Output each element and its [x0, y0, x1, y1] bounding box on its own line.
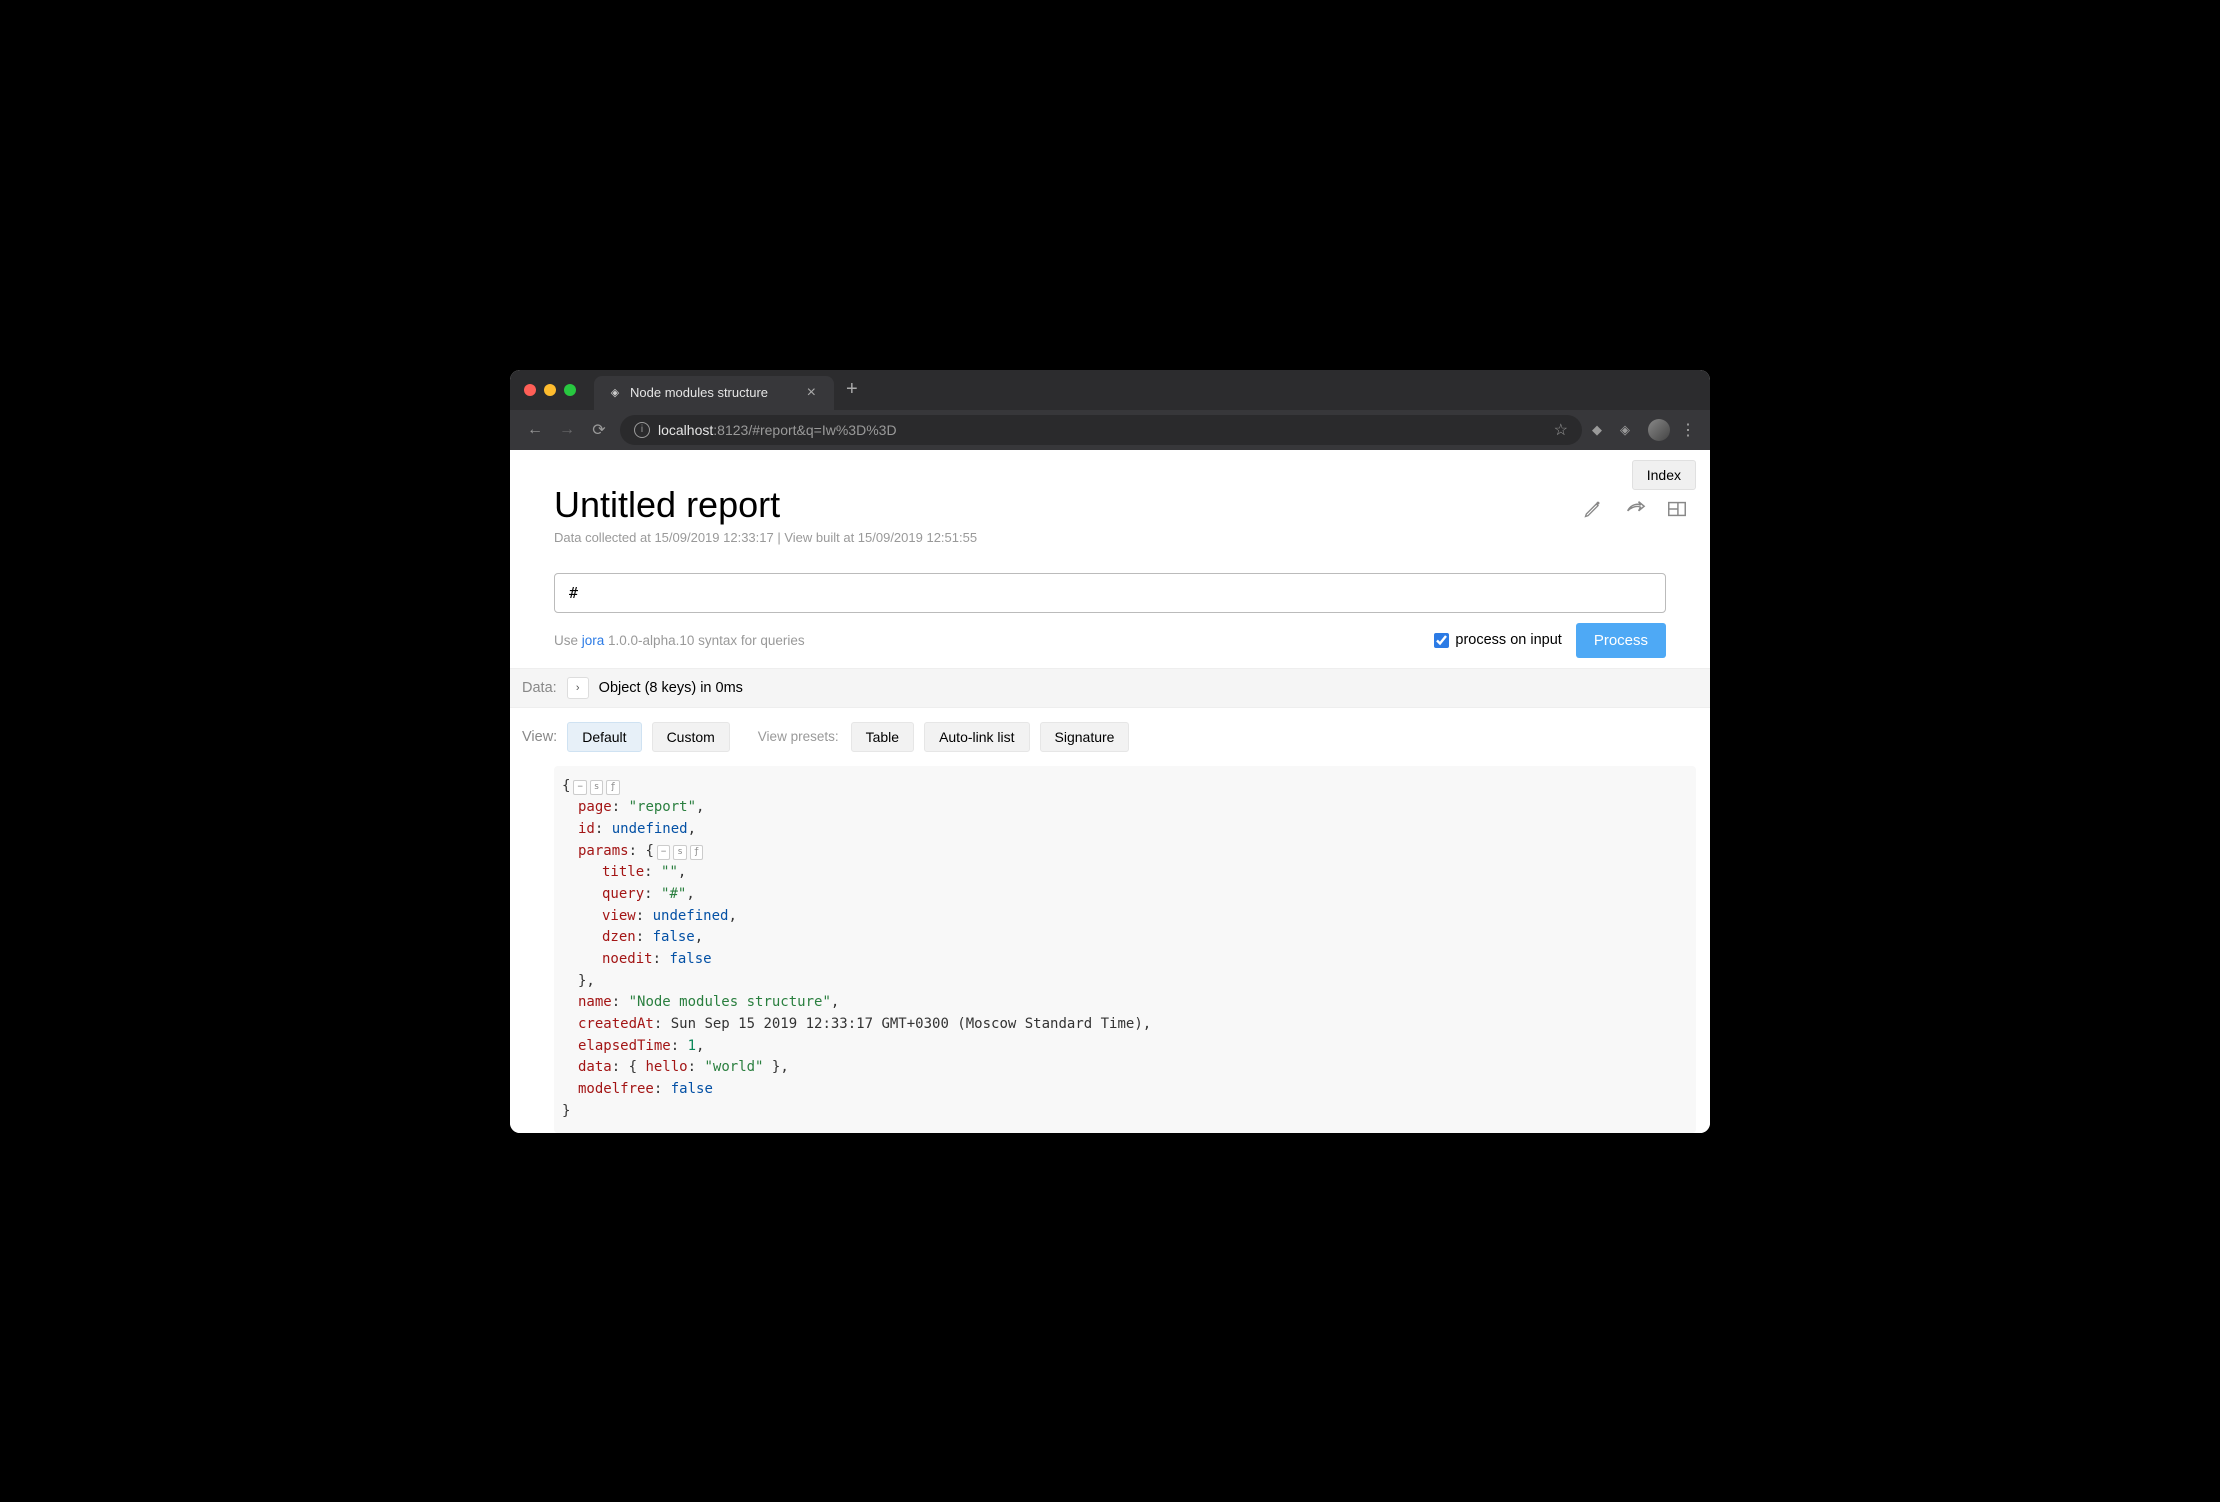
process-on-input-checkbox[interactable]: process on input — [1434, 632, 1561, 648]
forward-button[interactable]: → — [556, 421, 578, 439]
address-bar: ← → ⟳ i localhost:8123/#report&q=Iw%3D%3… — [510, 410, 1710, 450]
view-label: View: — [522, 729, 557, 745]
share-icon[interactable] — [1624, 498, 1646, 520]
fullscreen-window-button[interactable] — [564, 384, 576, 396]
back-button[interactable]: ← — [524, 421, 546, 439]
query-input[interactable] — [554, 573, 1666, 613]
view-tab-custom[interactable]: Custom — [652, 722, 730, 752]
process-button[interactable]: Process — [1576, 623, 1666, 658]
chevron-right-icon[interactable]: › — [567, 677, 589, 699]
extension-icon[interactable]: ◆ — [1592, 422, 1610, 438]
result-viewer: {−sƒ page: "report", id: undefined, para… — [554, 766, 1696, 1133]
collapse-controls[interactable]: −sƒ — [573, 780, 619, 795]
data-summary-bar: Data: › Object (8 keys) in 0ms — [510, 668, 1710, 708]
preset-autolink[interactable]: Auto-link list — [924, 722, 1029, 752]
browser-menu-button[interactable]: ⋮ — [1680, 420, 1696, 440]
jora-link[interactable]: jora — [582, 633, 605, 648]
index-button[interactable]: Index — [1632, 460, 1696, 490]
browser-tab[interactable]: ◈ Node modules structure × — [594, 376, 834, 410]
url-input[interactable]: i localhost:8123/#report&q=Iw%3D%3D ☆ — [620, 415, 1582, 445]
reload-button[interactable]: ⟳ — [588, 420, 610, 440]
minimize-window-button[interactable] — [544, 384, 556, 396]
preset-signature[interactable]: Signature — [1040, 722, 1130, 752]
report-meta: Data collected at 15/09/2019 12:33:17 | … — [554, 530, 1666, 545]
report-header: Untitled report Data collected at 15/09/… — [510, 450, 1710, 553]
query-hint: Use jora 1.0.0-alpha.10 syntax for queri… — [554, 633, 805, 648]
layout-icon[interactable] — [1666, 498, 1688, 520]
new-tab-button[interactable]: + — [846, 378, 858, 401]
tab-title: Node modules structure — [630, 385, 795, 400]
edit-icon[interactable] — [1582, 498, 1604, 520]
data-summary: Object (8 keys) in 0ms — [599, 680, 743, 696]
collapse-controls[interactable]: −sƒ — [657, 845, 703, 860]
close-tab-button[interactable]: × — [803, 384, 820, 402]
site-info-icon[interactable]: i — [634, 422, 650, 438]
close-window-button[interactable] — [524, 384, 536, 396]
tab-favicon: ◈ — [608, 386, 622, 400]
profile-avatar[interactable] — [1648, 419, 1670, 441]
report-title: Untitled report — [554, 484, 1666, 526]
extension-icon[interactable]: ◈ — [1620, 422, 1638, 438]
view-presets-label: View presets: — [758, 729, 839, 744]
page-content: Index Untitled report Data collected at … — [510, 450, 1710, 1133]
window-controls — [524, 384, 576, 396]
browser-window: ◈ Node modules structure × + ← → ⟳ i loc… — [510, 370, 1710, 1133]
view-tab-default[interactable]: Default — [567, 722, 641, 752]
process-on-input-input[interactable] — [1434, 633, 1449, 648]
query-section: Use jora 1.0.0-alpha.10 syntax for queri… — [510, 553, 1710, 668]
url-text: localhost:8123/#report&q=Iw%3D%3D — [658, 422, 897, 438]
bookmark-icon[interactable]: ☆ — [1554, 420, 1568, 440]
data-label: Data: — [522, 680, 557, 696]
view-bar: View: Default Custom View presets: Table… — [510, 708, 1710, 766]
titlebar: ◈ Node modules structure × + — [510, 370, 1710, 410]
header-actions — [1582, 498, 1688, 520]
preset-table[interactable]: Table — [851, 722, 914, 752]
